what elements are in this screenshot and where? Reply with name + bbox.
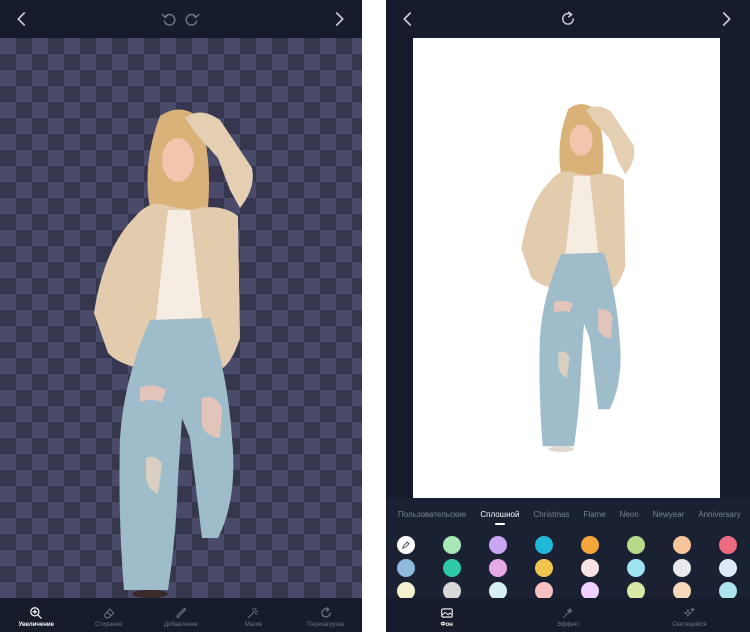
- color-swatch[interactable]: [627, 536, 645, 554]
- category-tab-christmas[interactable]: Christmas: [533, 510, 569, 519]
- color-swatch[interactable]: [397, 559, 415, 577]
- tool-label: Стирание: [95, 622, 123, 628]
- tool-label: Магия: [244, 622, 263, 628]
- color-swatch[interactable]: [627, 559, 645, 577]
- category-tab-anniversary[interactable]: Anniversary: [698, 510, 740, 519]
- color-swatch[interactable]: [535, 559, 553, 577]
- category-tab-flame[interactable]: Flame: [583, 510, 605, 519]
- preview-canvas[interactable]: [413, 38, 720, 498]
- category-tab-solid[interactable]: Сплошной: [480, 510, 519, 525]
- zoom-in-icon: [30, 607, 43, 619]
- eraser-icon: [103, 608, 114, 619]
- color-swatch[interactable]: [489, 559, 507, 577]
- chevron-left-icon: [403, 12, 412, 26]
- cutout-person-image: [521, 104, 635, 452]
- color-swatch[interactable]: [535, 536, 553, 554]
- reset-button[interactable]: [556, 7, 580, 31]
- undo-icon: [161, 13, 176, 26]
- color-picker-button[interactable]: [397, 536, 415, 554]
- category-tab-neon[interactable]: Neon: [620, 510, 639, 519]
- chevron-right-icon: [722, 12, 731, 26]
- tab-background[interactable]: Фон: [386, 598, 507, 632]
- undo-button[interactable]: [157, 7, 181, 31]
- tool-zoom[interactable]: Увеличение: [0, 598, 72, 632]
- background-image-icon: [440, 608, 453, 618]
- back-button[interactable]: [396, 7, 420, 31]
- tab-label: Фон: [440, 622, 453, 628]
- brush-icon: [176, 607, 187, 619]
- tool-add[interactable]: Добавление: [145, 598, 217, 632]
- editor-screen-background: Пользовательские Сплошной Christmas Flam…: [386, 0, 750, 632]
- tab-label: Эффект: [556, 622, 580, 628]
- eyedropper-icon: [402, 541, 410, 549]
- color-swatch[interactable]: [719, 559, 737, 577]
- color-swatch[interactable]: [443, 536, 461, 554]
- glow-stars-icon: [684, 607, 695, 617]
- background-category-tabs: Пользовательские Сплошной Christmas Flam…: [398, 510, 741, 525]
- sparkle-wand-icon: [562, 607, 573, 618]
- color-swatch[interactable]: [581, 536, 599, 554]
- color-swatch[interactable]: [673, 559, 691, 577]
- bottom-tab-bar: Фон Эффект Светящийся: [386, 598, 750, 632]
- back-button[interactable]: [10, 7, 34, 31]
- chevron-right-icon: [335, 12, 344, 26]
- transparent-canvas[interactable]: [0, 38, 362, 598]
- category-tab-custom[interactable]: Пользовательские: [398, 510, 466, 519]
- tool-label: Увеличение: [18, 622, 54, 628]
- next-button[interactable]: [714, 7, 738, 31]
- refresh-icon: [562, 11, 574, 25]
- chevron-left-icon: [17, 12, 26, 26]
- reload-icon: [321, 607, 331, 618]
- tab-effect[interactable]: Эффект: [507, 598, 628, 632]
- top-bar: [386, 0, 750, 38]
- edit-toolbar: Увеличение Стирание Добавление Магия Пер…: [0, 598, 362, 632]
- color-swatch[interactable]: [443, 559, 461, 577]
- color-swatch[interactable]: [719, 536, 737, 554]
- magic-wand-icon: [248, 607, 259, 619]
- color-swatch[interactable]: [489, 536, 507, 554]
- tab-label: Светящийся: [672, 622, 707, 628]
- redo-icon: [185, 13, 200, 26]
- tool-label: Перезагрузка: [307, 622, 345, 628]
- tool-magic[interactable]: Магия: [217, 598, 289, 632]
- editor-screen-erase: Увеличение Стирание Добавление Магия Пер…: [0, 0, 362, 632]
- next-button[interactable]: [327, 7, 351, 31]
- cutout-person-image: [94, 109, 253, 598]
- color-swatch[interactable]: [581, 559, 599, 577]
- background-panel: Пользовательские Сплошной Christmas Flam…: [386, 498, 750, 632]
- color-swatch[interactable]: [673, 536, 691, 554]
- tool-reload[interactable]: Перезагрузка: [290, 598, 362, 632]
- redo-button[interactable]: [180, 7, 204, 31]
- tool-label: Добавление: [164, 622, 199, 628]
- top-bar: [0, 0, 362, 38]
- tab-glow[interactable]: Светящийся: [629, 598, 750, 632]
- category-tab-newyear[interactable]: Newyear: [653, 510, 685, 519]
- tool-erase[interactable]: Стирание: [72, 598, 144, 632]
